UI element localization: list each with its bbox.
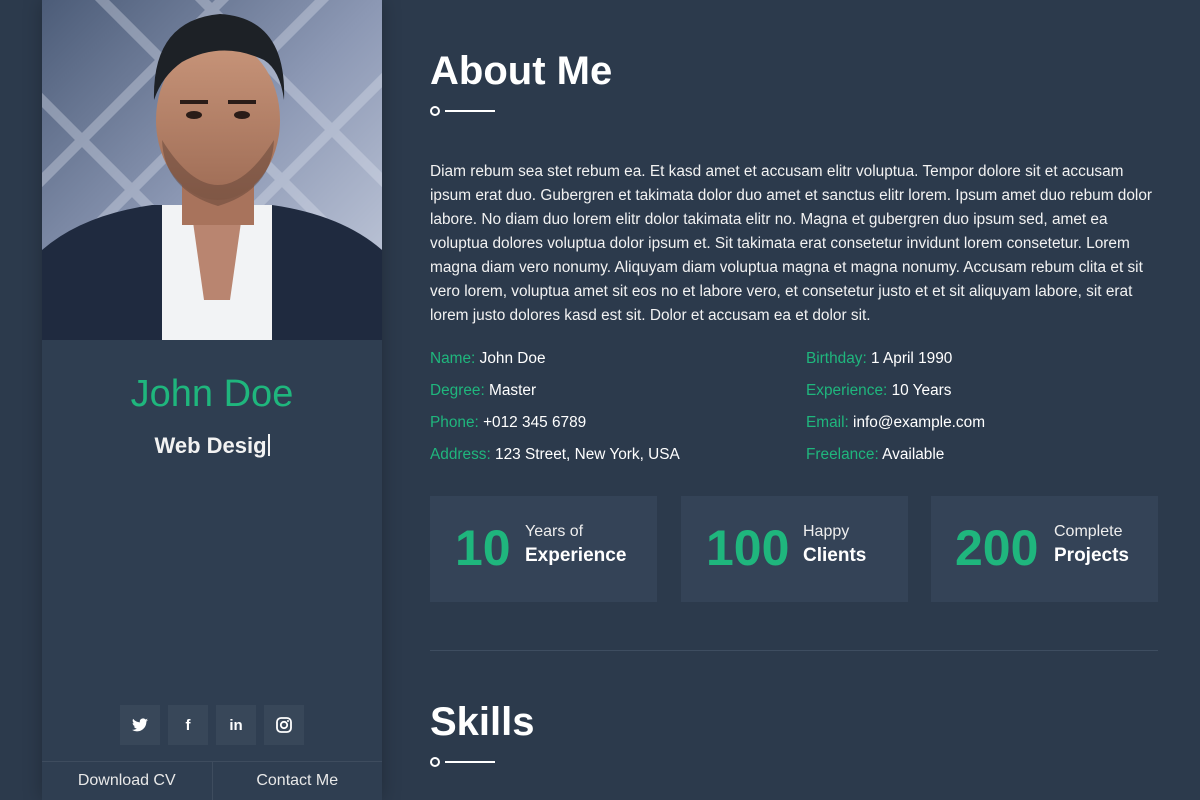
info-label: Freelance:	[806, 446, 879, 463]
profile-role-text: Web Desig	[154, 433, 267, 458]
info-value: info@example.com	[853, 414, 986, 431]
skills-title: Skills	[430, 700, 535, 744]
divider-line	[445, 110, 495, 112]
stat-small-label: Complete	[1054, 523, 1123, 540]
profile-photo	[42, 0, 382, 340]
info-value: Master	[489, 382, 537, 399]
info-label: Degree:	[430, 382, 485, 399]
social-links: f in	[120, 705, 304, 745]
info-address: Address: 123 Street, New York, USA	[430, 444, 680, 466]
info-birthday: Birthday: 1 April 1990	[806, 348, 952, 370]
about-title: About Me	[430, 49, 613, 93]
stat-big-label: Clients	[803, 545, 867, 566]
info-phone: Phone: +012 345 6789	[430, 412, 586, 434]
stat-small-label: Years of	[525, 523, 584, 540]
info-label: Address:	[430, 446, 491, 463]
sidebar-actions: Download CV Contact Me	[42, 761, 382, 800]
section-divider	[430, 650, 1158, 651]
info-name: Name: John Doe	[430, 348, 546, 370]
stat-big-label: Experience	[525, 545, 627, 566]
typing-cursor	[267, 434, 270, 456]
profile-sidebar: John Doe Web Desig f in Download CV Cont…	[42, 0, 382, 800]
twitter-icon[interactable]	[120, 705, 160, 745]
info-value: +012 345 6789	[483, 414, 587, 431]
info-experience: Experience: 10 Years	[806, 380, 951, 402]
stat-number: 10	[455, 520, 511, 576]
info-value: 1 April 1990	[871, 350, 953, 367]
instagram-icon[interactable]	[264, 705, 304, 745]
divider-ring	[430, 106, 440, 116]
about-bio: Diam rebum sea stet rebum ea. Et kasd am…	[430, 163, 1153, 324]
skills-title-divider	[430, 757, 496, 767]
divider-ring	[430, 757, 440, 767]
facebook-icon[interactable]: f	[168, 705, 208, 745]
info-value: 10 Years	[891, 382, 952, 399]
profile-role: Web Desig	[42, 432, 382, 460]
stat-big-label: Projects	[1054, 545, 1129, 566]
main-content: About Me Diam rebum sea stet rebum ea. E…	[430, 0, 1158, 800]
profile-name: John Doe	[130, 373, 294, 415]
stat-number: 100	[706, 520, 790, 576]
info-label: Name:	[430, 350, 476, 367]
info-value: John Doe	[479, 350, 546, 367]
info-value: Available	[882, 446, 945, 463]
stat-small-label: Happy	[803, 523, 850, 540]
contact-me-button[interactable]: Contact Me	[211, 762, 383, 800]
info-value: 123 Street, New York, USA	[495, 446, 680, 463]
info-degree: Degree: Master	[430, 380, 536, 402]
info-freelance: Freelance: Available	[806, 444, 944, 466]
about-title-divider	[430, 106, 496, 116]
linkedin-icon[interactable]: in	[216, 705, 256, 745]
info-label: Email:	[806, 414, 849, 431]
page: John Doe Web Desig f in Download CV Cont…	[0, 0, 1200, 800]
divider-line	[445, 761, 495, 763]
info-label: Phone:	[430, 414, 479, 431]
download-cv-button[interactable]: Download CV	[42, 762, 212, 800]
info-label: Birthday:	[806, 350, 867, 367]
info-email: Email: info@example.com	[806, 412, 985, 434]
info-label: Experience:	[806, 382, 888, 399]
stat-number: 200	[955, 520, 1039, 576]
